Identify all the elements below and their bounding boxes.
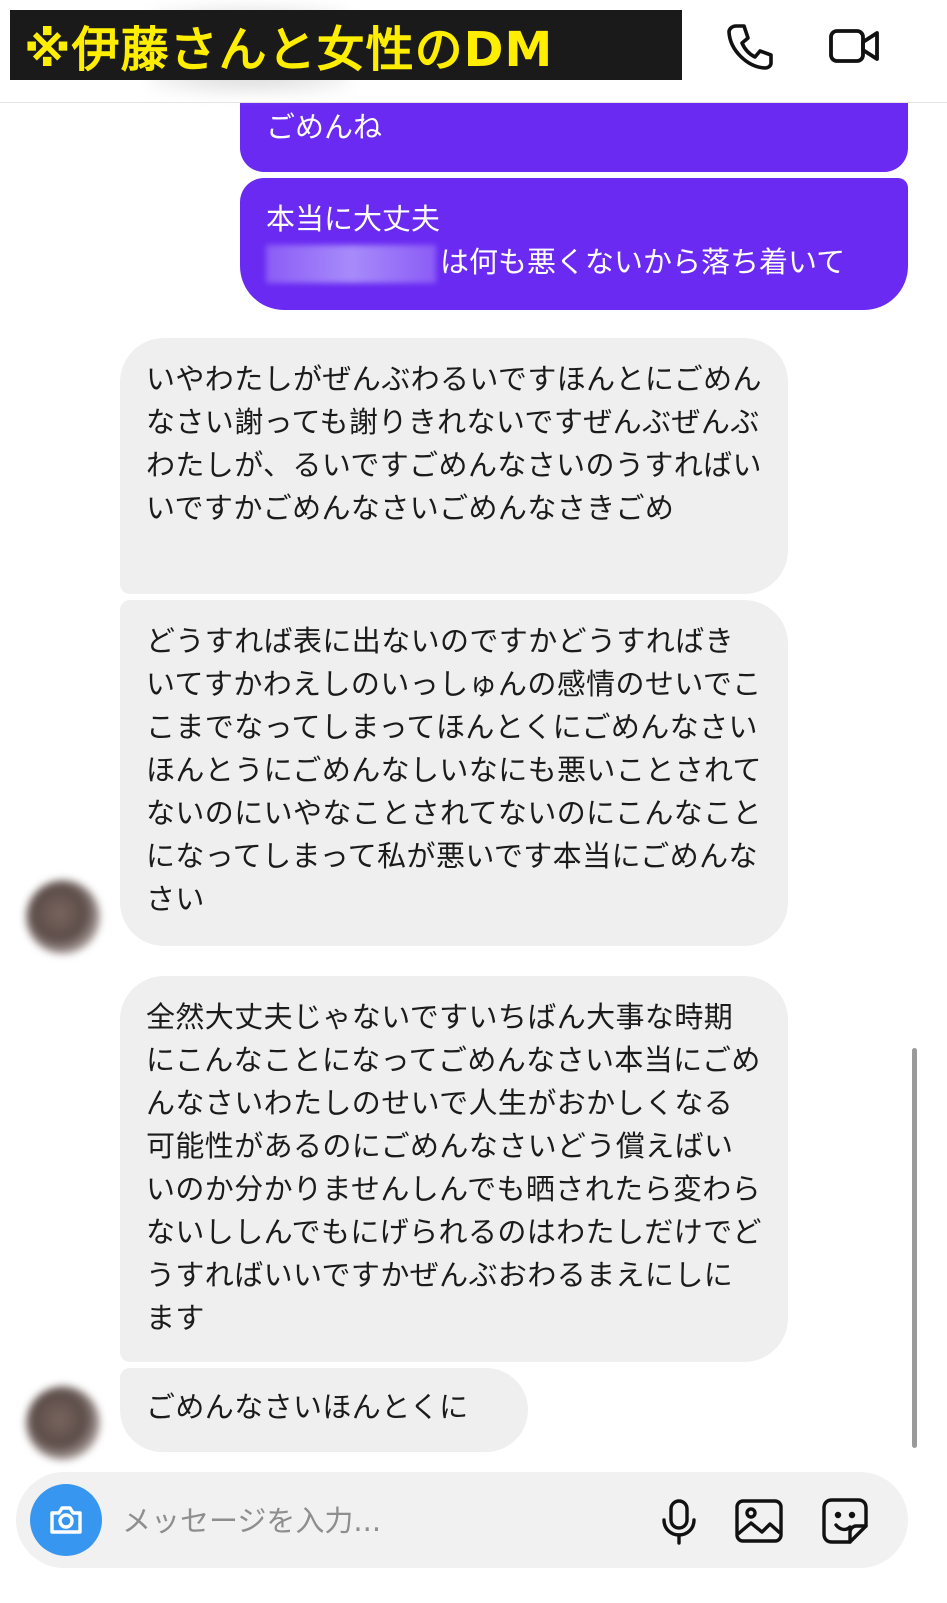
incoming-message[interactable]: いやわたしがぜんぶわるいですほんとにごめんなさい謝っても謝りきれないですぜんぶぜ… — [120, 338, 788, 594]
incoming-message[interactable]: どうすれば表に出ないのですかどうすればきいてすかわえしのいっしゅんの感情のせいで… — [120, 600, 788, 946]
message-input[interactable] — [120, 1496, 644, 1546]
avatar[interactable] — [26, 1386, 100, 1460]
outgoing-message[interactable]: 本当に大丈夫 は何も悪くないから落ち着いて — [240, 178, 908, 310]
caption-text: ※伊藤さんと女性のDM — [24, 22, 554, 78]
video-camera-icon[interactable] — [826, 18, 882, 74]
message-text: どうすれば表に出ないのですかどうすればきいてすかわえしのいっしゅんの感情のせいで… — [146, 624, 762, 916]
message-text-line: 本当に大丈夫 — [266, 202, 441, 236]
image-icon[interactable] — [732, 1494, 786, 1548]
message-text: は何も悪くないから落ち着いて — [440, 245, 846, 279]
microphone-icon[interactable] — [652, 1494, 706, 1548]
incoming-message[interactable]: 全然大丈夫じゃないですいちばん大事な時期にこんなことになってごめんなさい本当にご… — [120, 976, 788, 1362]
redacted-name — [266, 245, 436, 283]
camera-icon[interactable] — [30, 1484, 102, 1556]
incoming-message[interactable]: ごめんなさいほんとくに — [120, 1368, 528, 1452]
message-text: 全然大丈夫じゃないですいちばん大事な時期にこんなことになってごめんなさい本当にご… — [146, 1000, 762, 1335]
phone-icon[interactable] — [722, 18, 778, 74]
message-composer — [16, 1472, 908, 1568]
outgoing-message[interactable]: ごめんね — [240, 98, 908, 172]
sticker-icon[interactable] — [818, 1494, 872, 1548]
scrollbar[interactable] — [912, 1048, 917, 1448]
message-text: いやわたしがぜんぶわるいですほんとにごめんなさい謝っても謝りきれないですぜんぶぜ… — [146, 362, 762, 525]
caption-overlay: ※伊藤さんと女性のDM — [10, 10, 682, 80]
message-text: ごめんなさいほんとくに — [146, 1390, 469, 1424]
message-text-line: は何も悪くないから落ち着いて — [266, 241, 882, 284]
avatar[interactable] — [26, 880, 100, 954]
chat-header: ※伊藤さんと女性のDM — [0, 0, 947, 103]
message-text: ごめんね — [266, 110, 383, 144]
